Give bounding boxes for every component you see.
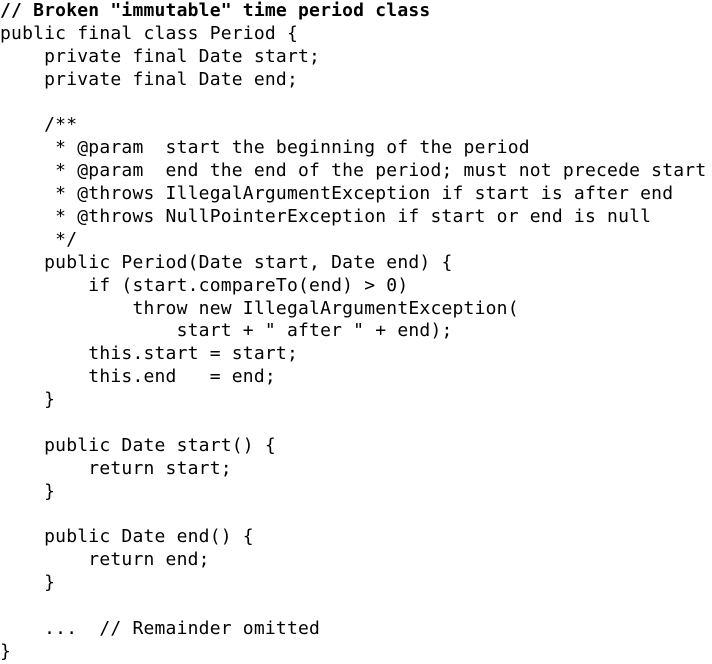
code-line: } — [0, 480, 56, 502]
code-line: */ — [0, 228, 78, 250]
code-line: private final Date end; — [0, 68, 298, 90]
code-line: throw new IllegalArgumentException( — [0, 297, 519, 319]
code-line: private final Date start; — [0, 45, 321, 67]
code-line: } — [0, 389, 56, 411]
code-line: this.end = end; — [0, 366, 276, 388]
code-line: this.start = start; — [0, 343, 298, 365]
code-listing: // Broken "immutable" time period class p… — [0, 0, 706, 664]
code-comment-title: // Broken "immutable" time period class — [0, 0, 431, 21]
code-line: public final class Period { — [0, 22, 298, 44]
code-line: public Period(Date start, Date end) { — [0, 251, 453, 273]
code-line: ... // Remainder omitted — [0, 618, 321, 640]
code-line: public Date start() { — [0, 434, 276, 456]
code-line: if (start.compareTo(end) > 0) — [0, 274, 409, 296]
code-line: * @param start the beginning of the peri… — [0, 137, 530, 159]
code-line: } — [0, 640, 12, 662]
code-line: /** — [0, 114, 78, 136]
code-line: * @throws NullPointerException if start … — [0, 206, 652, 228]
code-line: * @param end the end of the period; must… — [0, 160, 707, 182]
code-line: * @throws IllegalArgumentException if st… — [0, 183, 674, 205]
code-line: start + " after " + end); — [0, 320, 453, 342]
code-line: return start; — [0, 457, 232, 479]
code-line: } — [0, 572, 56, 594]
code-line: public Date end() { — [0, 526, 254, 548]
code-line: return end; — [0, 549, 210, 571]
